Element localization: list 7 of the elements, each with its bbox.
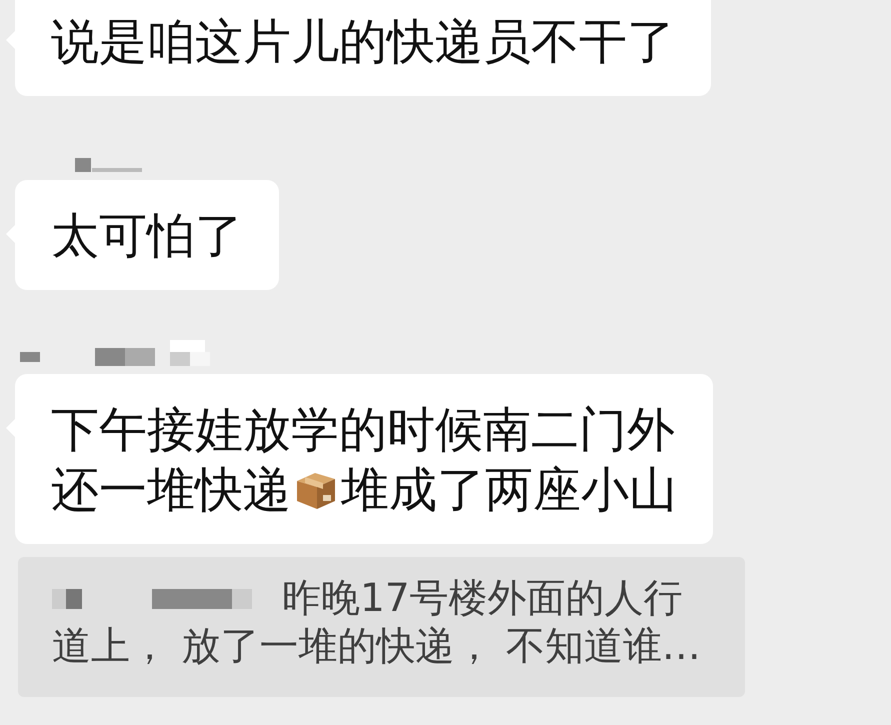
message-text: 下午接娃放学的时候南二门外 bbox=[51, 401, 675, 460]
message-text: 还一堆快递 bbox=[51, 461, 291, 520]
quote-text: 道上， 放了一堆的快递， 不知道谁… bbox=[52, 623, 701, 671]
message-text: 太可怕了 bbox=[51, 207, 243, 266]
quote-text: 昨晚17号楼外面的人行 bbox=[282, 575, 683, 623]
message-text: 堆成了两座小山 bbox=[341, 461, 677, 520]
message-text: 说是咱这片儿的快递员不干了 bbox=[51, 13, 675, 72]
